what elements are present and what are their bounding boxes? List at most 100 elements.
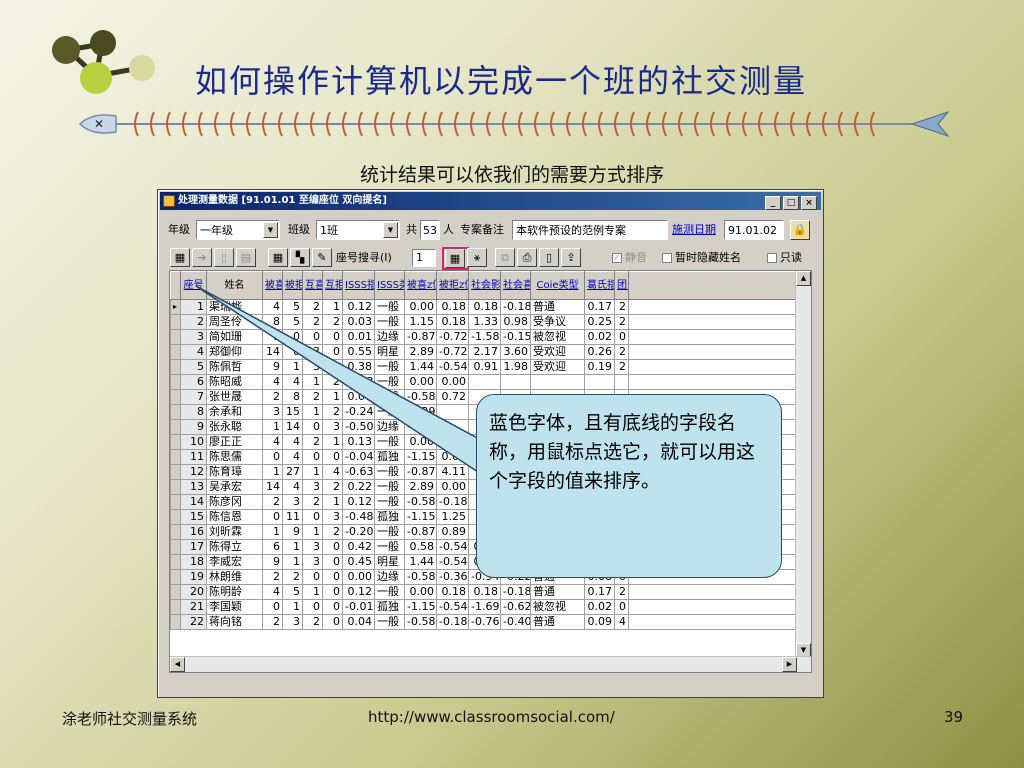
column-header[interactable]: 被喜 [262, 271, 283, 300]
table-cell[interactable]: 14 [180, 494, 207, 510]
table-cell[interactable]: 渠瑞桦 [206, 299, 263, 315]
table-cell[interactable]: 一般 [374, 464, 405, 480]
table-cell[interactable] [436, 419, 469, 435]
table-cell[interactable]: 8 [262, 314, 283, 330]
table-cell[interactable]: 张世晟 [206, 389, 263, 405]
table-cell[interactable]: -0.54 [436, 539, 469, 555]
table-cell[interactable]: 0 [282, 344, 303, 360]
date-link[interactable]: 施测日期 [672, 220, 716, 240]
note-input[interactable]: 本软件预设的范例专案 [512, 220, 668, 240]
table-cell[interactable]: 4 [282, 449, 303, 465]
table-cell[interactable]: 2 [262, 569, 283, 585]
table-cell[interactable] [614, 374, 629, 390]
table-row[interactable]: ▸ 1 渠瑞桦 4 5 2 1 0.12 一般 0.00 0.18 0.18 -0.18 普通 0.17 2 [170, 299, 796, 315]
table-cell[interactable]: 1 [322, 359, 343, 375]
column-header[interactable]: 团号 [614, 271, 629, 300]
table-cell[interactable]: 边缘 [374, 569, 405, 585]
table-cell[interactable]: 14 [282, 419, 303, 435]
table-cell[interactable]: 1 [322, 389, 343, 405]
table-cell[interactable]: 2 [262, 614, 283, 630]
table-cell[interactable]: 2 [614, 299, 629, 315]
table-cell[interactable]: 5 [282, 584, 303, 600]
table-cell[interactable]: 14 [262, 479, 283, 495]
table-cell[interactable]: 3 [302, 554, 323, 570]
table-cell[interactable] [584, 374, 615, 390]
table-cell[interactable]: 2 [262, 494, 283, 510]
table-row[interactable]: 5 陈佩哲 9 1 3 1 0.38 一般 1.44 -0.54 0.91 1.98 受欢迎 0.19 2 [170, 359, 796, 375]
table-cell[interactable]: 0.13 [342, 434, 375, 450]
table-cell[interactable]: 0.98 [500, 314, 531, 330]
table-cell[interactable]: -0.20 [342, 524, 375, 540]
grade-select[interactable]: 一年级 ▼ [196, 220, 280, 240]
table-cell[interactable]: 孤独 [374, 509, 405, 525]
table-cell[interactable]: 19 [180, 569, 207, 585]
grid-view-icon[interactable]: ▦ [170, 248, 190, 267]
table-cell[interactable]: -1.69 [468, 599, 501, 615]
table-cell[interactable]: -1.58 [468, 329, 501, 345]
table-cell[interactable]: 1 [282, 554, 303, 570]
table-cell[interactable]: 0.03 [342, 314, 375, 330]
table-cell[interactable]: 1 [262, 464, 283, 480]
table-cell[interactable]: 0 [322, 569, 343, 585]
table-cell[interactable]: 被忽视 [530, 329, 585, 345]
table-cell[interactable]: 0.12 [342, 299, 375, 315]
export-icon[interactable]: ⇪ [561, 248, 581, 267]
table-cell[interactable]: 1.44 [404, 359, 437, 375]
table-cell[interactable]: 0.42 [342, 539, 375, 555]
table-cell[interactable]: 17 [180, 539, 207, 555]
table-cell[interactable]: 4 [282, 374, 303, 390]
table-cell[interactable]: 0.45 [342, 554, 375, 570]
table-cell[interactable]: 一般 [374, 434, 405, 450]
table-cell[interactable]: 0.00 [404, 299, 437, 315]
table-cell[interactable]: 0 [302, 449, 323, 465]
table-cell[interactable]: 2 [614, 584, 629, 600]
table-cell[interactable]: 一般 [374, 539, 405, 555]
table-cell[interactable]: 0.00 [436, 434, 469, 450]
table-cell[interactable]: 受欢迎 [530, 359, 585, 375]
table-cell[interactable] [500, 374, 531, 390]
lock-icon[interactable]: 🔒 [790, 220, 810, 240]
table-cell[interactable]: -0.40 [500, 614, 531, 630]
table-cell[interactable]: 周圣伶 [206, 314, 263, 330]
table-cell[interactable]: -1.15 [404, 599, 437, 615]
scroll-up-icon[interactable]: ▲ [796, 271, 811, 286]
table-cell[interactable]: 4 [614, 614, 629, 630]
table-cell[interactable]: -0.62 [500, 599, 531, 615]
table-cell[interactable]: 3 [180, 329, 207, 345]
column-header[interactable]: 社会喜好 [500, 271, 531, 300]
table-cell[interactable]: 13 [180, 479, 207, 495]
table-cell[interactable]: 0 [322, 344, 343, 360]
table-cell[interactable]: 1 [302, 584, 323, 600]
table-cell[interactable]: 0 [322, 449, 343, 465]
close-button[interactable]: × [801, 196, 817, 210]
table-cell[interactable]: 2 [322, 479, 343, 495]
table-cell[interactable]: -0.72 [436, 344, 469, 360]
table-row[interactable]: 2 周圣伶 8 5 2 2 0.03 一般 1.15 0.18 1.33 0.98 受争议 0.25 2 [170, 314, 796, 330]
table-cell[interactable]: -1.15 [404, 509, 437, 525]
table-cell[interactable]: 余承和 [206, 404, 263, 420]
table-cell[interactable]: -0.18 [436, 614, 469, 630]
table-cell[interactable]: 孤独 [374, 599, 405, 615]
table-cell[interactable]: -0.58 [404, 569, 437, 585]
table-cell[interactable]: 0 [322, 539, 343, 555]
column-header[interactable]: 互拒 [322, 271, 343, 300]
table-cell[interactable]: 0.38 [342, 359, 375, 375]
mute-checkbox[interactable]: ✓ 静音 [612, 248, 647, 268]
footer-url[interactable]: http://www.classroomsocial.com/ [368, 708, 615, 726]
table-cell[interactable]: -0.63 [342, 464, 375, 480]
vertical-scrollbar[interactable]: ▲ ▼ [795, 271, 811, 658]
table-cell[interactable]: 0.18 [468, 584, 501, 600]
table-cell[interactable]: 2 [614, 359, 629, 375]
table-cell[interactable]: 2 [262, 389, 283, 405]
table-cell[interactable]: 0 [282, 329, 303, 345]
hide-names-checkbox[interactable]: 暂时隐藏姓名 [662, 248, 741, 268]
window-titlebar[interactable]: 处理测量数据 [91.01.01 至编座位 双向提名] _ □ × [160, 192, 821, 210]
table-cell[interactable]: 3 [302, 479, 323, 495]
scroll-right-icon[interactable]: ▶ [782, 657, 797, 672]
table-cell[interactable]: 一般 [374, 404, 405, 420]
table-cell[interactable]: 4 [282, 434, 303, 450]
table-cell[interactable]: 22 [180, 614, 207, 630]
table-cell[interactable]: 0.00 [342, 569, 375, 585]
table-cell[interactable]: 陈明龄 [206, 584, 263, 600]
table-cell[interactable]: 张永聪 [206, 419, 263, 435]
